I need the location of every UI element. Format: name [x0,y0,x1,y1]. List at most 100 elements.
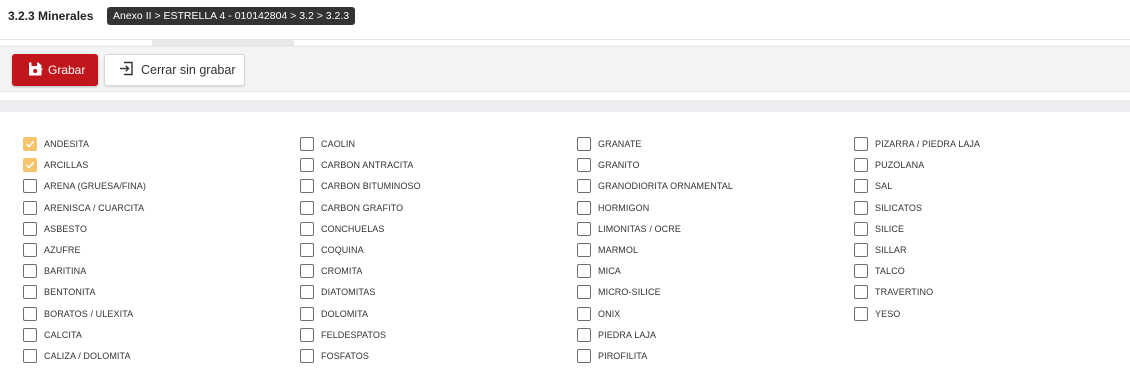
mineral-checkbox-item[interactable]: BENTONITA [23,284,96,300]
mineral-checkbox-item[interactable]: FELDESPATOS [300,327,386,343]
checkbox-unchecked[interactable] [577,158,591,173]
mineral-checkbox-item[interactable]: TRAVERTINO [854,284,933,300]
mineral-checkbox-item[interactable]: ONIX [577,306,620,322]
mineral-checkbox-item[interactable]: HORMIGON [577,200,649,216]
checkbox-unchecked[interactable] [577,221,591,236]
checkbox-unchecked[interactable] [300,349,314,363]
checkbox-unchecked[interactable] [854,264,868,279]
mineral-checkbox-item[interactable]: FOSFATOS [300,348,369,364]
mineral-label: AZUFRE [44,245,81,255]
mineral-checkbox-item[interactable]: CALCITA [23,327,82,343]
checkbox-unchecked[interactable] [300,221,314,236]
checkbox-unchecked[interactable] [300,285,314,300]
mineral-label: GRANATE [598,139,642,149]
checkbox-unchecked[interactable] [300,137,314,151]
mineral-checkbox-item[interactable]: GRANODIORITA ORNAMENTAL [577,178,733,194]
checkbox-unchecked[interactable] [300,200,314,215]
exit-icon [119,61,141,79]
checkbox-unchecked[interactable] [23,264,37,279]
mineral-checkbox-item[interactable]: TALCO [854,263,905,279]
breadcrumb[interactable]: Anexo II > ESTRELLA 4 - 010142804 > 3.2 … [107,7,356,25]
mineral-checkbox-item[interactable]: ANDESITA [23,136,89,152]
mineral-checkbox-item[interactable]: SILICE [854,221,904,237]
checkbox-unchecked[interactable] [854,158,868,173]
mineral-label: ARCILLAS [44,160,89,171]
save-button-label: Grabar [48,63,86,77]
checkbox-unchecked[interactable] [577,179,591,194]
checkbox-unchecked[interactable] [577,285,591,300]
checkbox-unchecked[interactable] [300,306,314,321]
mineral-checkbox-item[interactable]: LIMONITAS / OCRE [577,221,681,237]
mineral-checkbox-item[interactable]: BORATOS / ULEXITA [23,306,133,322]
mineral-checkbox-item[interactable]: ARENISCA / CUARCITA [23,200,144,216]
checkbox-unchecked[interactable] [23,221,37,236]
mineral-checkbox-item[interactable]: SILICATOS [854,200,922,216]
checkbox-unchecked[interactable] [300,179,314,194]
mineral-label: LIMONITAS / OCRE [598,223,681,234]
mineral-checkbox-item[interactable]: MICA [577,263,621,279]
mineral-label: FELDESPATOS [321,329,387,340]
mineral-label: COQUINA [321,245,364,255]
mineral-checkbox-item[interactable]: YESO [854,306,900,322]
mineral-checkbox-item[interactable]: GRANITO [577,157,640,173]
checkbox-unchecked[interactable] [577,243,591,257]
mineral-checkbox-item[interactable]: PIROFILITA [577,348,647,364]
checkbox-unchecked[interactable] [23,200,37,215]
mineral-checkbox-item[interactable]: MICRO-SILICE [577,284,661,300]
checkbox-unchecked[interactable] [577,349,591,363]
mineral-checkbox-item[interactable]: MARMOL [577,242,638,258]
mineral-label: GRANITO [598,160,640,171]
mineral-checkbox-item[interactable]: PIEDRA LAJA [577,327,656,343]
mineral-checkbox-item[interactable]: SAL [854,178,892,194]
mineral-label: CARBON BITUMINOSO [321,181,421,192]
checkbox-checked[interactable] [23,137,37,151]
checkbox-unchecked[interactable] [854,179,868,194]
checkbox-unchecked[interactable] [854,243,868,257]
save-icon [27,61,48,80]
mineral-checkbox-item[interactable]: SILLAR [854,242,907,258]
checkbox-unchecked[interactable] [23,349,37,363]
mineral-checkbox-item[interactable]: GRANATE [577,136,642,152]
checkbox-unchecked[interactable] [300,243,314,257]
checkbox-unchecked[interactable] [854,285,868,300]
mineral-checkbox-item[interactable]: CALIZA / DOLOMITA [23,348,131,364]
mineral-checkbox-item[interactable]: CROMITA [300,263,363,279]
mineral-checkbox-item[interactable]: CARBON ANTRACITA [300,157,413,173]
mineral-checkbox-item[interactable]: COQUINA [300,242,364,258]
mineral-checkbox-item[interactable]: ARCILLAS [23,157,88,173]
checkbox-unchecked[interactable] [854,306,868,321]
mineral-checkbox-item[interactable]: ARENA (GRUESA/FINA) [23,178,146,194]
mineral-checkbox-item[interactable]: CONCHUELAS [300,221,385,237]
mineral-checkbox-item[interactable]: PIZARRA / PIEDRA LAJA [854,136,980,152]
checkbox-unchecked[interactable] [854,200,868,215]
mineral-checkbox-item[interactable]: CARBON GRAFITO [300,200,403,216]
checkbox-unchecked[interactable] [300,158,314,173]
save-button[interactable]: Grabar [12,54,98,86]
close-without-saving-button[interactable]: Cerrar sin grabar [104,54,245,86]
mineral-checkbox-item[interactable]: AZUFRE [23,242,81,258]
checkbox-unchecked[interactable] [854,221,868,236]
checkbox-checked[interactable] [23,158,37,173]
checkbox-unchecked[interactable] [577,137,591,151]
mineral-checkbox-item[interactable]: DOLOMITA [300,306,368,322]
mineral-checkbox-item[interactable]: DIATOMITAS [300,284,376,300]
mineral-checkbox-item[interactable]: PUZOLANA [854,157,924,173]
mineral-checkbox-item[interactable]: BARITINA [23,263,86,279]
mineral-checkbox-item[interactable]: ASBESTO [23,221,87,237]
checkbox-unchecked[interactable] [23,243,37,257]
checkbox-unchecked[interactable] [854,137,868,151]
mineral-label: CONCHUELAS [321,223,385,234]
checkbox-unchecked[interactable] [577,264,591,279]
checkbox-unchecked[interactable] [577,200,591,215]
checkbox-unchecked[interactable] [23,179,37,194]
checkbox-unchecked[interactable] [577,327,591,342]
checkbox-unchecked[interactable] [23,285,37,300]
checkbox-unchecked[interactable] [300,264,314,279]
mineral-checkbox-item[interactable]: CAOLIN [300,136,355,152]
mineral-label: PIROFILITA [598,351,648,361]
checkbox-unchecked[interactable] [23,306,37,321]
checkbox-unchecked[interactable] [300,327,314,342]
checkbox-unchecked[interactable] [23,327,37,342]
mineral-checkbox-item[interactable]: CARBON BITUMINOSO [300,178,421,194]
checkbox-unchecked[interactable] [577,306,591,321]
